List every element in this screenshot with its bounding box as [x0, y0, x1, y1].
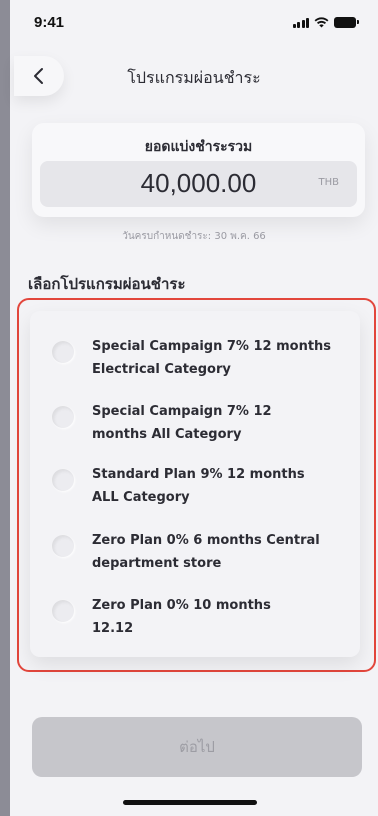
- radio-button[interactable]: [52, 600, 74, 622]
- radio-button[interactable]: [52, 469, 74, 491]
- option-item[interactable]: Special Campaign 7% 12 months All Catego…: [30, 398, 360, 456]
- status-icons: [292, 16, 359, 28]
- home-indicator: [123, 800, 257, 805]
- radio-button[interactable]: [52, 341, 74, 363]
- currency-label: THB: [318, 177, 340, 188]
- option-label: Special Campaign 7% 12 months All Catego…: [92, 404, 272, 442]
- signal-icon: [292, 17, 309, 28]
- page-title: โปรแกรมผ่อนชำระ: [127, 68, 261, 87]
- option-item[interactable]: Zero Plan 0% 10 months 12.12: [30, 592, 360, 650]
- option-item[interactable]: Zero Plan 0% 6 months Central department…: [30, 527, 360, 585]
- next-button[interactable]: ต่อไป: [32, 717, 362, 777]
- amount-box: 40,000.00 THB: [40, 161, 357, 207]
- battery-icon: [334, 16, 359, 28]
- section-title: เลือกโปรแกรมผ่อนชำระ: [28, 275, 186, 293]
- radio-button[interactable]: [52, 406, 74, 428]
- due-date-text: วันครบกำหนดชำระ: 30 พ.ค. 66: [122, 231, 266, 242]
- option-item[interactable]: Standard Plan 9% 12 months ALL Category: [30, 461, 360, 519]
- summary-card: ยอดแบ่งชำระรวม 40,000.00 THB: [32, 123, 365, 217]
- nav-bar: โปรแกรมผ่อนชำระ: [10, 44, 378, 108]
- option-label: Special Campaign 7% 12 months Electrical…: [92, 339, 332, 377]
- installment-options-card: Special Campaign 7% 12 months Electrical…: [30, 311, 360, 657]
- total-amount: 40,000.00: [140, 168, 257, 198]
- summary-label: ยอดแบ่งชำระรวม: [144, 139, 253, 155]
- radio-button[interactable]: [52, 535, 74, 557]
- device-edge: [0, 0, 10, 816]
- wifi-icon: [314, 16, 329, 27]
- option-item[interactable]: Special Campaign 7% 12 months Electrical…: [30, 333, 360, 391]
- status-bar: 9:41: [10, 0, 378, 44]
- option-label: Standard Plan 9% 12 months ALL Category: [92, 467, 305, 505]
- option-label: Zero Plan 0% 6 months Central department…: [92, 533, 320, 571]
- option-label: Zero Plan 0% 10 months 12.12: [92, 598, 271, 636]
- status-time: 9:41: [34, 13, 65, 31]
